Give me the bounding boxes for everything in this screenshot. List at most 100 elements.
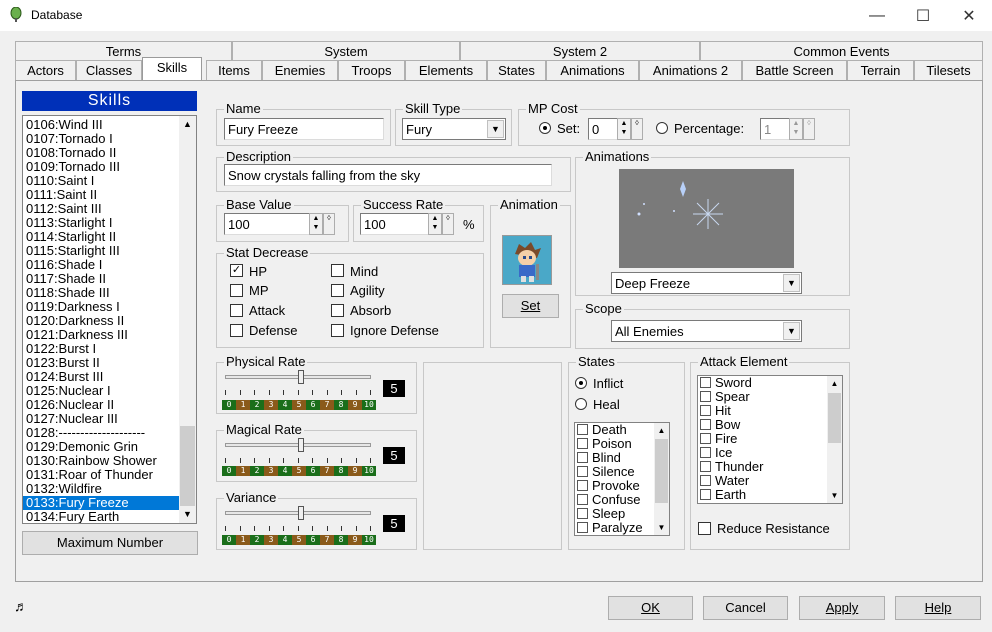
skill-list-item[interactable]: 0131:Roar of Thunder bbox=[23, 468, 196, 482]
tab-tilesets[interactable]: Tilesets bbox=[914, 60, 983, 80]
skill-list-item[interactable]: 0124:Burst III bbox=[23, 370, 196, 384]
agility-checkbox[interactable] bbox=[331, 284, 344, 297]
tab-classes[interactable]: Classes bbox=[76, 60, 142, 80]
checkbox[interactable] bbox=[577, 438, 588, 449]
apply-button[interactable]: Apply bbox=[799, 596, 885, 620]
checkbox[interactable] bbox=[577, 452, 588, 463]
checkbox[interactable] bbox=[577, 494, 588, 505]
success-rate-spinner[interactable]: ▲ ▼ bbox=[428, 213, 442, 235]
tab-battle-screen[interactable]: Battle Screen bbox=[742, 60, 847, 80]
skill-list-item[interactable]: 0125:Nuclear I bbox=[23, 384, 196, 398]
tab-skills[interactable]: Skills bbox=[142, 57, 202, 80]
attack-checkbox[interactable] bbox=[230, 304, 243, 317]
skill-list-item[interactable]: 0110:Saint I bbox=[23, 174, 196, 188]
mp-set-spinner[interactable]: ▲ ▼ bbox=[617, 118, 631, 140]
chevron-down-icon[interactable]: ▼ bbox=[783, 322, 800, 340]
scroll-up-icon[interactable]: ▲ bbox=[827, 376, 842, 391]
checkbox[interactable] bbox=[700, 475, 711, 486]
chevron-down-icon[interactable]: ▼ bbox=[783, 274, 800, 292]
mp-percentage-radio[interactable] bbox=[656, 122, 668, 134]
scope-select[interactable]: All Enemies ▼ bbox=[611, 320, 802, 342]
skill-list-item[interactable]: 0115:Starlight III bbox=[23, 244, 196, 258]
element-item[interactable]: Sword bbox=[698, 376, 842, 390]
element-item[interactable]: Ice bbox=[698, 446, 842, 460]
checkbox[interactable] bbox=[700, 405, 711, 416]
scroll-up-icon[interactable]: ▲ bbox=[654, 423, 669, 438]
close-button[interactable]: ✕ bbox=[946, 0, 992, 31]
scroll-down-icon[interactable]: ▼ bbox=[654, 520, 669, 535]
scroll-down-icon[interactable]: ▼ bbox=[827, 488, 842, 503]
states-scrollbar[interactable]: ▲ ▼ bbox=[654, 423, 669, 535]
element-item[interactable]: Earth bbox=[698, 488, 842, 502]
skill-list-item[interactable]: 0121:Darkness III bbox=[23, 328, 196, 342]
tab-actors[interactable]: Actors bbox=[15, 60, 76, 80]
skill-list-item[interactable]: 0118:Shade III bbox=[23, 286, 196, 300]
tab-elements[interactable]: Elements bbox=[405, 60, 487, 80]
mp-percentage-input[interactable]: 1 bbox=[760, 118, 790, 140]
animation-set-button[interactable]: Set bbox=[502, 294, 559, 318]
skill-list-item[interactable]: 0107:Tornado I bbox=[23, 132, 196, 146]
skill-list-item[interactable]: 0129:Demonic Grin bbox=[23, 440, 196, 454]
tab-animations[interactable]: Animations bbox=[546, 60, 639, 80]
base-value-input[interactable]: 100 bbox=[224, 213, 310, 235]
hp-checkbox[interactable]: ✓ bbox=[230, 264, 243, 277]
element-item[interactable]: Spear bbox=[698, 390, 842, 404]
maximum-number-button[interactable]: Maximum Number bbox=[22, 531, 198, 555]
tab-system-2[interactable]: System 2 bbox=[460, 41, 700, 61]
skill-list-item[interactable]: 0120:Darkness II bbox=[23, 314, 196, 328]
chevron-down-icon[interactable]: ▼ bbox=[487, 120, 504, 138]
tab-animations-2[interactable]: Animations 2 bbox=[639, 60, 742, 80]
scroll-thumb[interactable] bbox=[180, 426, 195, 506]
skills-scrollbar[interactable]: ▲ ▼ bbox=[179, 116, 196, 523]
mp-set-input[interactable]: 0 bbox=[588, 118, 618, 140]
skill-list-item[interactable]: 0116:Shade I bbox=[23, 258, 196, 272]
checkbox[interactable] bbox=[700, 391, 711, 402]
scroll-down-icon[interactable]: ▼ bbox=[179, 506, 196, 523]
tab-terrain[interactable]: Terrain bbox=[847, 60, 914, 80]
skill-list-item[interactable]: 0128:-------------------- bbox=[23, 426, 196, 440]
checkbox[interactable] bbox=[577, 522, 588, 533]
skill-type-select[interactable]: Fury ▼ bbox=[402, 118, 506, 140]
base-value-spinner[interactable]: ▲ ▼ bbox=[309, 213, 323, 235]
skill-list-item[interactable]: 0123:Burst II bbox=[23, 356, 196, 370]
skill-list-item[interactable]: 0127:Nuclear III bbox=[23, 412, 196, 426]
physical-rate-thumb[interactable] bbox=[298, 370, 304, 384]
checkbox[interactable] bbox=[577, 424, 588, 435]
skill-list-item[interactable]: 0132:Wildfire bbox=[23, 482, 196, 496]
scroll-up-icon[interactable]: ▲ bbox=[179, 116, 196, 133]
skill-list-item[interactable]: 0114:Starlight II bbox=[23, 230, 196, 244]
reduce-resistance-checkbox[interactable] bbox=[698, 522, 711, 535]
mp-percentage-spinner[interactable]: ▲ ▼ bbox=[789, 118, 803, 140]
element-item[interactable]: Fire bbox=[698, 432, 842, 446]
attack-element-listbox[interactable]: Sword Spear Hit Bow Fire Ice Thunder Water Earth… bbox=[697, 375, 843, 504]
element-item[interactable]: Hit bbox=[698, 404, 842, 418]
skill-list-item[interactable]: 0130:Rainbow Shower bbox=[23, 454, 196, 468]
animations-select[interactable]: Deep Freeze ▼ bbox=[611, 272, 802, 294]
skill-list-item[interactable]: 0134:Fury Earth bbox=[23, 510, 196, 524]
states-inflict-radio[interactable] bbox=[575, 377, 587, 389]
checkbox[interactable] bbox=[700, 433, 711, 444]
mp-checkbox[interactable] bbox=[230, 284, 243, 297]
checkbox[interactable] bbox=[700, 461, 711, 472]
ignore-defense-checkbox[interactable] bbox=[331, 324, 344, 337]
states-listbox[interactable]: Death Poison Blind Silence Provoke Confuse Sle… bbox=[574, 422, 670, 536]
checkbox[interactable] bbox=[700, 489, 711, 500]
description-input[interactable]: Snow crystals falling from the sky bbox=[224, 164, 552, 186]
skills-listbox[interactable]: 0106:Wind III 0107:Tornado I 0108:Tornado … bbox=[22, 115, 197, 524]
states-heal-radio[interactable] bbox=[575, 398, 587, 410]
defense-checkbox[interactable] bbox=[230, 324, 243, 337]
attack-element-scrollbar[interactable]: ▲ ▼ bbox=[827, 376, 842, 503]
checkbox[interactable] bbox=[700, 447, 711, 458]
mp-percentage-diamond-icon[interactable]: ◊ bbox=[803, 118, 815, 140]
element-item[interactable]: Thunder bbox=[698, 460, 842, 474]
checkbox[interactable] bbox=[577, 480, 588, 491]
help-button[interactable]: Help bbox=[895, 596, 981, 620]
skill-list-item[interactable]: 0133:Fury Freeze bbox=[23, 496, 196, 510]
mind-checkbox[interactable] bbox=[331, 264, 344, 277]
tab-states[interactable]: States bbox=[487, 60, 546, 80]
checkbox[interactable] bbox=[700, 419, 711, 430]
element-item[interactable]: Water bbox=[698, 474, 842, 488]
tab-common-events[interactable]: Common Events bbox=[700, 41, 983, 61]
checkbox[interactable] bbox=[700, 377, 711, 388]
skill-list-item[interactable]: 0106:Wind III bbox=[23, 118, 196, 132]
